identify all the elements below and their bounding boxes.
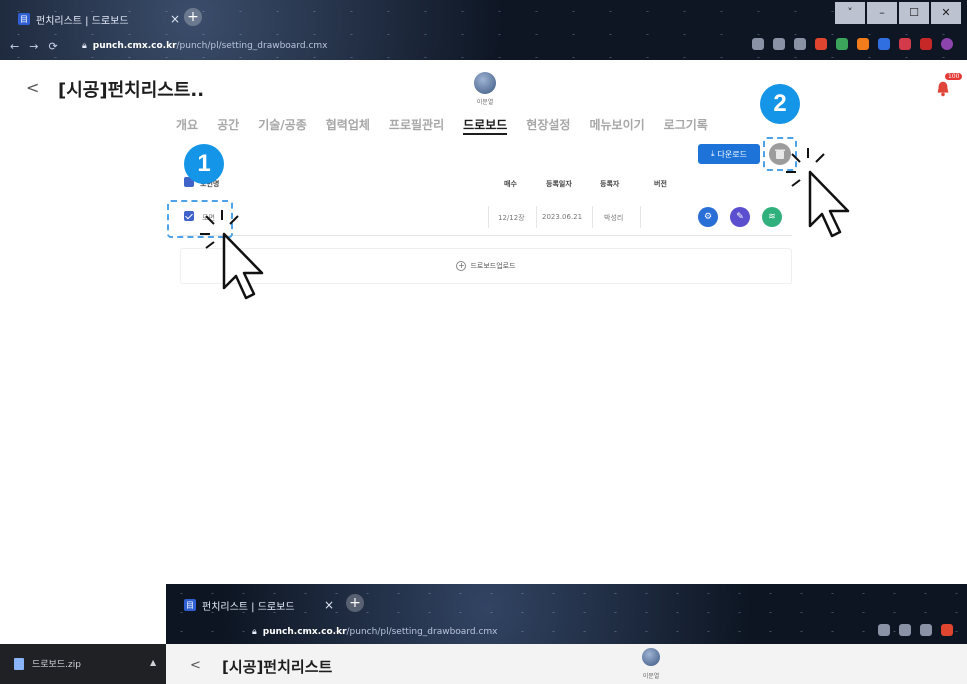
divider (592, 206, 593, 228)
second-app-header: < [시공]펀치리스트 이문열 (166, 644, 967, 684)
browser-chrome: 目 펀치리스트 | 드로보드 × + ˅ – ☐ ✕ ← → ⟳ 🔒︎ punc… (0, 0, 967, 60)
extension-icon[interactable] (815, 38, 827, 50)
browser-tab[interactable]: 目 펀치리스트 | 드로보드 (176, 592, 316, 618)
page-title: [시공]펀치리스트.. (58, 80, 205, 101)
tab-trade[interactable]: 기술/공종 (258, 116, 307, 135)
chevron-up-icon[interactable]: ▲ (150, 658, 156, 667)
col-header-pages: 매수 (504, 180, 517, 188)
extension-icon[interactable] (941, 624, 953, 636)
back-nav-icon[interactable]: ← (10, 40, 19, 53)
second-browser-chrome: 目 펀치리스트 | 드로보드 × + 🔒︎ punch.cmx.co.kr/pu… (166, 584, 967, 644)
site-favicon-icon: 目 (184, 599, 196, 611)
browser-tab[interactable]: 目 펀치리스트 | 드로보드 (10, 6, 150, 32)
bookmark-star-icon[interactable] (920, 624, 932, 636)
row-pages: 12/12장 (498, 214, 525, 222)
tab-profile[interactable]: 프로필관리 (389, 116, 444, 135)
zip-file-icon (14, 657, 24, 670)
extension-icons (878, 624, 953, 636)
extension-icon[interactable] (878, 38, 890, 50)
tab-log[interactable]: 로그기록 (664, 116, 708, 135)
extension-icon[interactable] (899, 38, 911, 50)
zoom-icon[interactable] (752, 38, 764, 50)
col-header-version: 버전 (654, 180, 667, 188)
browser-tab-title: 펀치리스트 | 드로보드 (36, 15, 129, 27)
lock-icon: 🔒︎ (82, 41, 87, 51)
download-button[interactable]: ⤓ 다운로드 (698, 144, 760, 164)
download-shelf: 드로보드.zip ▲ (0, 644, 166, 684)
table-header: 도면명 매수 등록일자 등록자 버전 (180, 172, 792, 194)
plus-circle-icon: + (456, 261, 467, 271)
bell-icon[interactable] (934, 80, 952, 98)
screenshot-frame: 目 펀치리스트 | 드로보드 × + ˅ – ☐ ✕ ← → ⟳ 🔒︎ punc… (0, 0, 967, 684)
download-icon: ⤓ (711, 149, 715, 158)
url-path: /punch/pl/setting_drawboard.cmx (176, 41, 328, 51)
close-window-button[interactable]: ✕ (931, 2, 961, 24)
row-author: 박성리 (604, 214, 624, 222)
divider (488, 206, 489, 228)
project-avatar[interactable] (474, 72, 496, 94)
settings-gear-button[interactable]: ⚙ (698, 207, 718, 227)
bookmark-star-icon[interactable] (794, 38, 806, 50)
new-tab-button[interactable]: + (346, 594, 364, 612)
url-host: punch.cmx.co.kr (262, 627, 347, 637)
app-header: < [시공]펀치리스트.. 이문열 100 (0, 60, 967, 120)
reload-icon[interactable]: ⟳ (48, 40, 57, 53)
step-badge-1: 1 (184, 144, 224, 184)
divider (640, 206, 641, 228)
click-cursor-icon (200, 210, 264, 300)
layers-button[interactable]: ≋ (762, 207, 782, 227)
back-button[interactable]: < (26, 78, 39, 97)
extension-icon[interactable] (836, 38, 848, 50)
tab-space[interactable]: 공간 (217, 116, 239, 135)
new-tab-button[interactable]: + (184, 8, 202, 26)
maximize-button[interactable]: ☐ (899, 2, 929, 24)
profile-avatar[interactable] (941, 38, 953, 50)
url-host: punch.cmx.co.kr (92, 41, 177, 51)
tab-close-icon[interactable]: × (324, 598, 334, 612)
site-favicon-icon: 目 (18, 13, 30, 25)
share-icon[interactable] (773, 38, 785, 50)
avatar-label: 이문열 (476, 99, 494, 106)
edit-button[interactable]: ✎ (730, 207, 750, 227)
address-row: ← → ⟳ 🔒︎ punch.cmx.co.kr/punch/pl/settin… (0, 34, 967, 58)
tab-site-settings[interactable]: 현장설정 (526, 116, 570, 135)
url-path: /punch/pl/setting_drawboard.cmx (346, 627, 498, 637)
project-avatar[interactable] (642, 648, 660, 666)
tab-menu-visibility[interactable]: 메뉴보이기 (589, 116, 644, 135)
back-button[interactable]: < (190, 658, 201, 673)
browser-tab-title: 펀치리스트 | 드로보드 (202, 601, 295, 613)
tab-close-icon[interactable]: × (170, 12, 180, 26)
tab-drawboard[interactable]: 드로보드 (463, 116, 508, 135)
page-title: [시공]펀치리스트 (222, 658, 333, 676)
col-header-author: 등록자 (600, 180, 620, 188)
extension-icon[interactable] (920, 38, 932, 50)
menu-tabs: 개요 공간 기술/공종 협력업체 프로필관리 드로보드 현장설정 메뉴보이기 로… (176, 116, 708, 135)
extension-icon[interactable] (857, 38, 869, 50)
click-cursor-icon (786, 148, 850, 238)
divider (536, 206, 537, 228)
avatar-label: 이문열 (642, 673, 660, 680)
extension-icons (752, 38, 953, 50)
zoom-icon[interactable] (878, 624, 890, 636)
address-bar[interactable]: 🔒︎ punch.cmx.co.kr/punch/pl/setting_draw… (252, 624, 497, 640)
downloaded-file[interactable]: 드로보드.zip (14, 657, 81, 670)
minimize-button[interactable]: – (867, 2, 897, 24)
upload-label: 드로보드업로드 (470, 262, 516, 270)
lock-icon: 🔒︎ (252, 627, 257, 637)
notification-badge: 100 (945, 73, 963, 80)
row-date: 2023.06.21 (542, 213, 583, 221)
forward-nav-icon[interactable]: → (29, 40, 38, 53)
tab-overview[interactable]: 개요 (176, 116, 198, 135)
address-bar[interactable]: 🔒︎ punch.cmx.co.kr/punch/pl/setting_draw… (82, 38, 327, 54)
col-header-date: 등록일자 (546, 180, 572, 188)
step-badge-2: 2 (760, 84, 800, 124)
downloaded-file-name: 드로보드.zip (32, 660, 81, 670)
tab-partner[interactable]: 협력업체 (326, 116, 370, 135)
tab-search-button[interactable]: ˅ (835, 2, 865, 24)
window-controls: ˅ – ☐ ✕ (835, 2, 961, 24)
share-icon[interactable] (899, 624, 911, 636)
download-label: 다운로드 (717, 149, 747, 159)
